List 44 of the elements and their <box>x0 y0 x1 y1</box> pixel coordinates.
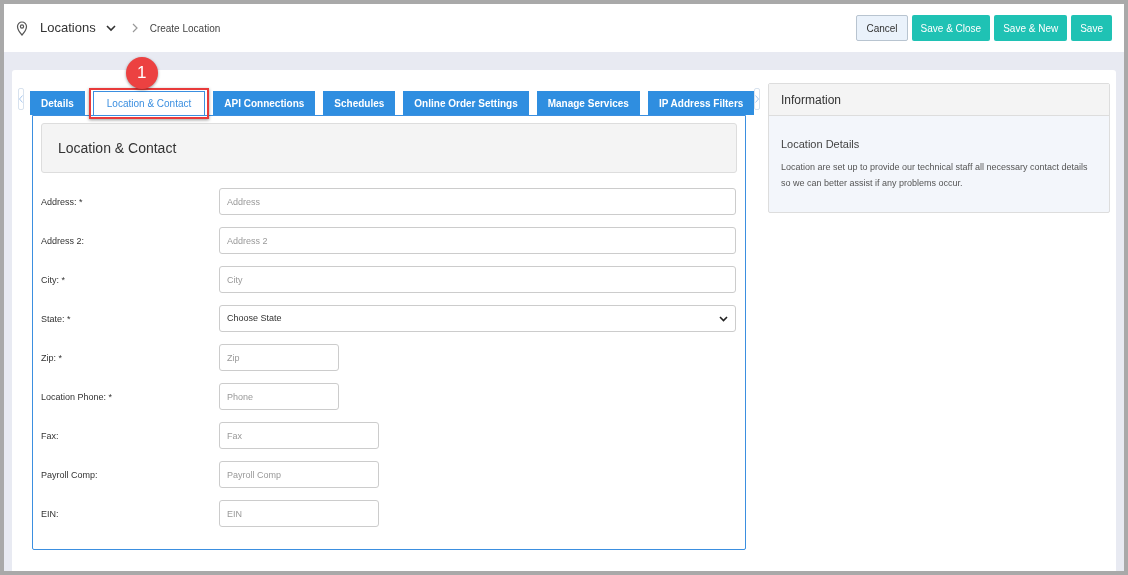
chevron-down-icon[interactable] <box>105 24 116 32</box>
section-title: Location & Contact <box>58 138 177 158</box>
location-pin-icon <box>16 20 28 36</box>
tab[interactable]: Location & Contact <box>92 91 206 115</box>
input-field[interactable]: Address <box>219 188 736 215</box>
scroll-left-button[interactable] <box>18 88 24 110</box>
input-field[interactable]: Payroll Comp <box>219 461 379 488</box>
field-label: State: * <box>41 313 72 326</box>
field-label: Fax: <box>41 430 60 443</box>
chevron-down-icon <box>719 315 728 322</box>
input-field[interactable]: City <box>219 266 736 293</box>
panel-title: Information <box>781 91 842 109</box>
input-field[interactable]: Phone <box>219 383 339 410</box>
chevron-right-icon <box>131 23 138 33</box>
tab[interactable]: Online Order Settings <box>403 91 529 115</box>
tab[interactable]: Details <box>30 91 85 115</box>
input-field[interactable]: Address 2 <box>219 227 736 254</box>
tab[interactable]: IP Address Filters <box>647 91 755 115</box>
input-field[interactable]: Fax <box>219 422 379 449</box>
field-label: Payroll Comp: <box>41 469 99 482</box>
page-title[interactable]: Locations <box>40 18 96 38</box>
field-label: Zip: * <box>41 352 63 365</box>
tab[interactable]: Manage Services <box>536 91 640 115</box>
input-field[interactable]: Zip <box>219 344 339 371</box>
info-text: Location are set up to provide our technical staff all necessary contact details so we can better assist if any problems occur. <box>781 160 1089 190</box>
save-button[interactable]: Save <box>1071 15 1112 41</box>
field-label: EIN: <box>41 508 60 521</box>
info-subtitle: Location Details <box>781 137 861 152</box>
field-label: Address: * <box>41 196 84 209</box>
cancel-button[interactable]: Cancel <box>856 15 908 41</box>
tab[interactable]: API Connections <box>213 91 316 115</box>
field-label: Location Phone: * <box>41 391 114 404</box>
state-select[interactable]: Choose State <box>219 305 736 332</box>
save-button[interactable]: Save & Close <box>911 15 991 41</box>
save-button[interactable]: Save & New <box>994 15 1068 41</box>
chevron-right-icon <box>755 95 760 103</box>
scroll-right-button[interactable] <box>754 88 761 110</box>
step-number-badge: 1 <box>125 57 158 89</box>
field-label: Address 2: <box>41 235 86 248</box>
chevron-left-icon <box>19 95 23 103</box>
input-field[interactable]: EIN <box>219 500 379 527</box>
field-label: City: * <box>41 274 66 287</box>
tab[interactable]: Schedules <box>323 91 396 115</box>
breadcrumb-text: Create Location <box>149 21 221 36</box>
